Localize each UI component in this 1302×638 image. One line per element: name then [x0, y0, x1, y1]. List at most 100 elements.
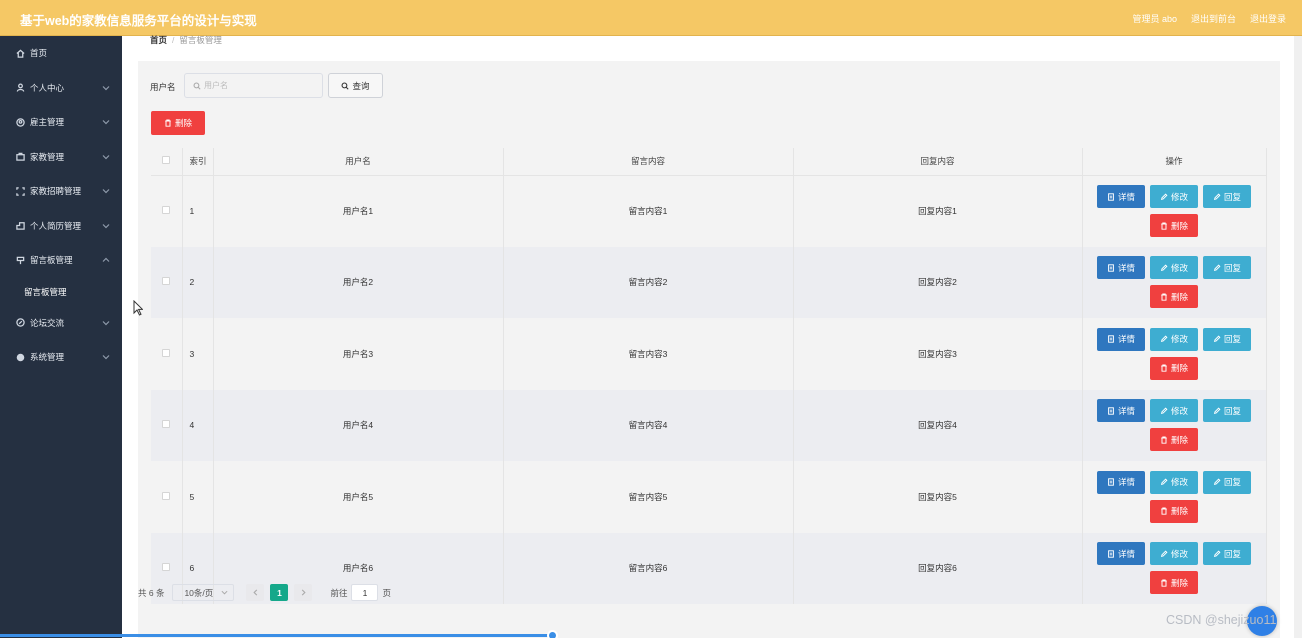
- cell-user: 用户名4: [213, 389, 504, 461]
- next-page-button[interactable]: [294, 584, 313, 601]
- sidebar-subitem-message-board[interactable]: 留言板管理: [0, 278, 122, 306]
- delete-label: 删除: [1170, 291, 1188, 302]
- cell-message: 留言内容5: [503, 461, 794, 533]
- header-user: 用户名: [213, 148, 504, 176]
- reply-button[interactable]: 回复: [1203, 327, 1251, 351]
- sidebar-item-system[interactable]: 系统管理: [0, 340, 122, 375]
- home-icon: [15, 48, 25, 58]
- row-checkbox[interactable]: [151, 318, 183, 390]
- content-panel: 用户名 用户名 查询 删除 索引 用户名 留言内容 回复内容 操作 1 用户名1…: [138, 61, 1280, 638]
- sidebar-item-label: 雇主管理: [30, 117, 65, 128]
- pagination-total: 共 6 条: [138, 587, 165, 598]
- cell-index: 5: [182, 461, 214, 533]
- edit-icon: [1160, 335, 1168, 343]
- to-front-link[interactable]: 退出到前台: [1191, 12, 1236, 25]
- circle-user-icon: [15, 117, 25, 127]
- sidebar-item-forum[interactable]: 论坛交流: [0, 306, 122, 341]
- search-icon: [342, 82, 350, 90]
- row-checkbox[interactable]: [151, 461, 183, 533]
- edit-button[interactable]: 修改: [1150, 256, 1198, 280]
- search-input[interactable]: 用户名: [184, 73, 323, 98]
- forum-icon: [15, 318, 25, 328]
- logout-link[interactable]: 退出登录: [1250, 12, 1286, 25]
- detail-button[interactable]: 详情: [1097, 256, 1145, 280]
- vertical-scrollbar[interactable]: [1294, 36, 1302, 638]
- pagination: 共 6 条 10条/页 1 前往 1 页: [138, 584, 391, 601]
- reply-button[interactable]: 回复: [1203, 542, 1251, 566]
- delete-button[interactable]: 删除: [1150, 499, 1198, 523]
- reply-button[interactable]: 回复: [1203, 185, 1251, 208]
- search-label: 用户名: [150, 82, 176, 92]
- chevron-down-icon: [102, 118, 110, 126]
- prev-page-button[interactable]: [246, 584, 265, 601]
- detail-button[interactable]: 详情: [1097, 399, 1145, 423]
- batch-delete-button[interactable]: 删除: [151, 111, 205, 135]
- trash-icon: [1161, 579, 1167, 587]
- sidebar-item-message-board[interactable]: 留言板管理: [0, 243, 122, 278]
- cell-ops: 详情 修改 回复删除: [1082, 461, 1267, 533]
- progress-handle[interactable]: [547, 630, 558, 638]
- cell-reply: 回复内容6: [793, 532, 1083, 604]
- mouse-cursor-icon: [133, 300, 143, 316]
- edit-button[interactable]: 修改: [1150, 327, 1198, 351]
- detail-button[interactable]: 详情: [1097, 470, 1145, 494]
- breadcrumb-home[interactable]: 首页: [150, 35, 167, 45]
- edit-button[interactable]: 修改: [1150, 399, 1198, 423]
- delete-button[interactable]: 删除: [1150, 356, 1198, 380]
- edit-button[interactable]: 修改: [1150, 185, 1198, 208]
- sidebar-item-recruit[interactable]: 家教招聘管理: [0, 174, 122, 209]
- sidebar-item-employer[interactable]: 雇主管理: [0, 105, 122, 140]
- sidebar-item-home[interactable]: 首页: [0, 36, 122, 71]
- row-checkbox[interactable]: [151, 175, 183, 247]
- detail-button[interactable]: 详情: [1097, 185, 1145, 208]
- main-content: 首页 / 留言板管理 用户名 用户名 查询 删除 索引 用户名 留言内容 回复内…: [122, 35, 1302, 638]
- edit-button[interactable]: 修改: [1150, 542, 1198, 566]
- cell-index: 4: [182, 389, 214, 461]
- table-row: 1 用户名1 留言内容1 回复内容1 详情 修改 回复 删除: [151, 175, 1267, 247]
- delete-label: 删除: [1170, 220, 1188, 231]
- page-number[interactable]: 1: [270, 584, 289, 601]
- edit-label: 修改: [1170, 405, 1188, 416]
- delete-button[interactable]: 删除: [1150, 428, 1198, 452]
- breadcrumb-current: 留言板管理: [179, 35, 222, 45]
- watermark-text: CSDN @shejizuo11: [1166, 613, 1277, 627]
- delete-button[interactable]: 删除: [1150, 214, 1198, 237]
- reply-button[interactable]: 回复: [1203, 399, 1251, 423]
- table-row: 5 用户名5 留言内容5 回复内容5 详情 修改 回复 删除: [151, 461, 1267, 533]
- admin-label[interactable]: 管理员 abo: [1132, 12, 1177, 25]
- detail-button[interactable]: 详情: [1097, 327, 1145, 351]
- edit-button[interactable]: 修改: [1150, 470, 1198, 494]
- cell-user: 用户名1: [213, 175, 504, 247]
- sidebar-item-resume[interactable]: 个人简历管理: [0, 209, 122, 244]
- cell-reply: 回复内容2: [793, 246, 1083, 318]
- sidebar-item-label: 家教管理: [30, 151, 65, 162]
- edit-icon: [1213, 478, 1221, 486]
- detail-label: 详情: [1117, 262, 1135, 273]
- detail-button[interactable]: 详情: [1097, 542, 1145, 566]
- sidebar-item-label: 论坛交流: [30, 317, 65, 328]
- edit-label: 修改: [1170, 548, 1188, 559]
- row-checkbox[interactable]: [151, 246, 183, 318]
- delete-button[interactable]: 删除: [1150, 571, 1198, 595]
- edit-icon: [1160, 478, 1168, 486]
- select-all-checkbox[interactable]: [151, 148, 183, 176]
- delete-button[interactable]: 删除: [1150, 285, 1198, 309]
- chevron-up-icon: [102, 256, 110, 264]
- page-size-select[interactable]: 10条/页: [172, 584, 235, 601]
- cell-ops: 详情 修改 回复 删除: [1082, 318, 1267, 390]
- sidebar-item-tutor[interactable]: 家教管理: [0, 140, 122, 175]
- chevron-left-icon: [253, 589, 258, 596]
- page-jump-input[interactable]: 1: [351, 584, 379, 601]
- settings-icon: [15, 352, 25, 362]
- search-button[interactable]: 查询: [328, 73, 383, 98]
- row-checkbox[interactable]: [151, 389, 183, 461]
- table-row: 3 用户名3 留言内容3 回复内容3 详情 修改 回复 删除: [151, 318, 1267, 390]
- search-button-label: 查询: [352, 80, 370, 91]
- chevron-down-icon: [102, 222, 110, 230]
- cell-message: 留言内容3: [503, 318, 794, 390]
- reply-label: 回复: [1223, 191, 1241, 202]
- sidebar-item-personal-center[interactable]: 个人中心: [0, 71, 122, 106]
- reply-button[interactable]: 回复: [1203, 470, 1251, 494]
- delete-label: 删除: [1170, 506, 1188, 517]
- reply-button[interactable]: 回复: [1203, 256, 1251, 280]
